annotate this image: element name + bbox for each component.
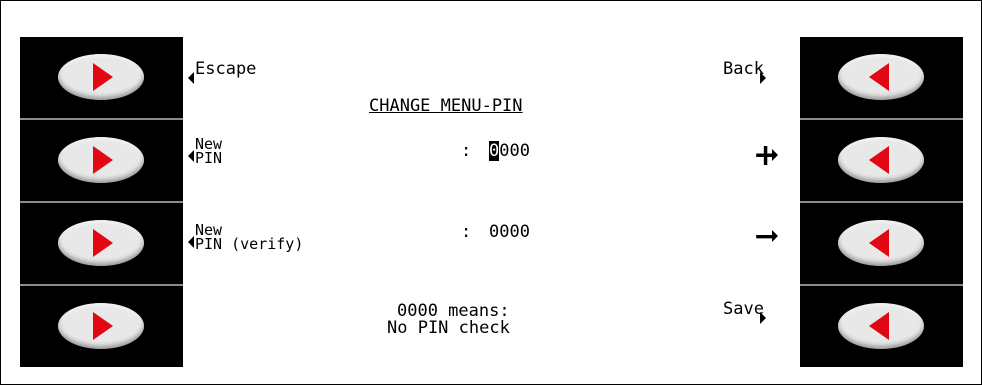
escape-label: Escape — [195, 59, 257, 79]
new-pin-pointer-icon — [188, 150, 194, 162]
arrow-right-icon — [93, 312, 113, 340]
softkey-back-button[interactable] — [838, 54, 924, 100]
device-frame: Escape Back CHANGE MENU-PIN New PIN : 00… — [0, 0, 982, 385]
note-line2: No PIN check — [387, 318, 510, 338]
right-softkey-3 — [800, 203, 963, 286]
new-pin-label-line2: PIN — [195, 149, 223, 167]
lcd-display: Escape Back CHANGE MENU-PIN New PIN : 00… — [183, 37, 800, 367]
new-pin-field[interactable]: 0000 — [489, 141, 530, 161]
save-label: Save — [723, 299, 764, 319]
arrow-right-icon — [93, 146, 113, 174]
save-pointer-icon — [760, 312, 766, 324]
left-softkey-2 — [20, 120, 183, 203]
right-softkey-2 — [800, 120, 963, 203]
page-title: CHANGE MENU-PIN — [369, 96, 523, 116]
left-softkey-column — [20, 37, 183, 367]
verify-label-line2: PIN (verify) — [195, 235, 304, 253]
escape-pointer-icon — [188, 72, 194, 84]
softkey-save-button[interactable] — [838, 303, 924, 349]
softkey-minus-button[interactable] — [838, 220, 924, 266]
softkey-new-pin-button[interactable] — [58, 137, 144, 183]
back-label: Back — [723, 59, 764, 79]
new-pin-separator: : — [461, 141, 472, 161]
verify-separator: : — [461, 222, 472, 242]
softkey-new-pin-verify-button[interactable] — [58, 220, 144, 266]
softkey-escape-button[interactable] — [58, 54, 144, 100]
right-softkey-1 — [800, 37, 963, 120]
minus-pointer-icon — [772, 230, 778, 242]
arrow-left-icon — [869, 63, 889, 91]
arrow-left-icon — [869, 146, 889, 174]
left-softkey-4 — [20, 286, 183, 367]
left-softkey-1 — [20, 37, 183, 120]
new-pin-cursor-digit: 0 — [489, 141, 500, 161]
arrow-left-icon — [869, 312, 889, 340]
new-pin-remaining-digits: 000 — [499, 141, 530, 161]
arrow-left-icon — [869, 229, 889, 257]
left-softkey-3 — [20, 203, 183, 286]
right-softkey-column — [800, 37, 963, 367]
plus-pointer-icon — [772, 149, 778, 161]
softkey-left-4-button[interactable] — [58, 303, 144, 349]
softkey-plus-button[interactable] — [838, 137, 924, 183]
back-pointer-icon — [760, 72, 766, 84]
verify-pointer-icon — [188, 236, 194, 248]
arrow-right-icon — [93, 229, 113, 257]
verify-pin-field[interactable]: 0000 — [489, 224, 530, 241]
arrow-right-icon — [93, 63, 113, 91]
right-softkey-4 — [800, 286, 963, 367]
